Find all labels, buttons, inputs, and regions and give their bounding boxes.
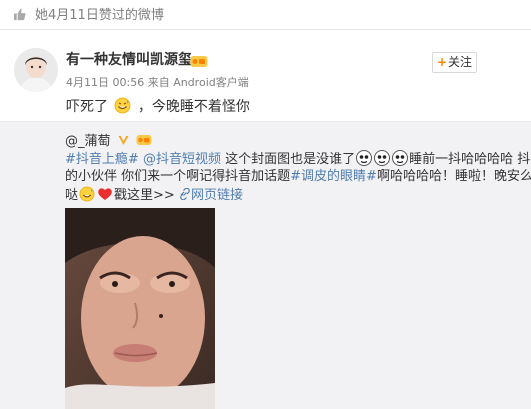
post-meta: 4月11日 00:56 来自 Android客户端: [66, 76, 249, 89]
plus-icon: +: [436, 55, 448, 69]
liked-bar: 她4月11日赞过的微博: [0, 0, 531, 30]
sweat-smile-emoji-icon: [79, 186, 95, 202]
post-source: Android客户端: [173, 76, 249, 89]
source-prefix: 来自: [147, 76, 170, 89]
repost-text-3: 抖音: [517, 152, 531, 167]
repost-card: @_蒲萄 #抖音上瘾# @抖音短视频 这个封面图也是没谁了 睡前一抖哈哈哈哈 抖…: [0, 121, 531, 409]
doge-emoji-icon: [356, 150, 373, 166]
vip-badge-icon: [136, 131, 152, 145]
follow-label: 关注: [448, 55, 473, 69]
username[interactable]: 有一种友情叫凯源玺: [66, 52, 192, 68]
repost-text-1: 这个封面图也是没谁了: [225, 152, 356, 167]
repost-author-row: @_蒲萄: [65, 130, 152, 149]
repost-author[interactable]: @_蒲萄: [65, 134, 111, 149]
repost-text-4: 的小伙伴 你们来一个啊记得抖音加话题: [65, 169, 291, 184]
thumb-up-icon: [13, 8, 27, 22]
sweat-smile-emoji-icon: [114, 97, 131, 114]
repost-author-name: _蒲萄: [78, 134, 111, 149]
repost-text-5: 啊哈哈哈哈！睡啦！晚安么么: [376, 169, 531, 184]
avatar[interactable]: [14, 48, 58, 92]
follow-button[interactable]: +关注: [432, 52, 477, 73]
post-time[interactable]: 4月11日 00:56: [66, 76, 144, 89]
weibo-post: 有一种友情叫凯源玺 4月11日 00:56 来自 Android客户端 +关注 …: [0, 31, 531, 409]
post-text-part1: 吓死了: [66, 99, 108, 115]
heart-emoji-icon: [97, 186, 113, 202]
at-sign: @: [65, 134, 78, 149]
topic-link[interactable]: #调皮的眼睛#: [290, 169, 377, 184]
doge-emoji-icon: [374, 150, 391, 166]
verified-v-icon: [118, 131, 129, 145]
repost-text-7: 戳这里>>: [114, 188, 175, 203]
web-link[interactable]: 网页链接: [179, 187, 243, 203]
topic-link[interactable]: #抖音上瘾#: [65, 152, 139, 167]
doge-emoji-icon: [392, 150, 409, 166]
repost-text-6: 哒: [65, 188, 79, 203]
link-icon: [180, 187, 190, 201]
vip-badge-icon: [190, 53, 208, 67]
video-thumbnail[interactable]: [65, 208, 215, 409]
repost-text: #抖音上瘾# @抖音短视频 这个封面图也是没谁了 睡前一抖哈哈哈哈 抖音 的小伙…: [65, 150, 531, 204]
repost-text-2: 睡前一抖哈哈哈哈: [409, 152, 514, 167]
liked-bar-text: 她4月11日赞过的微博: [35, 8, 164, 23]
mention-link[interactable]: @抖音短视频: [143, 152, 221, 167]
web-link-label: 网页链接: [190, 188, 243, 203]
post-text: 吓死了 ，今晚睡不着怪你: [66, 97, 250, 116]
post-text-part2: ，今晚睡不着怪你: [137, 99, 250, 115]
